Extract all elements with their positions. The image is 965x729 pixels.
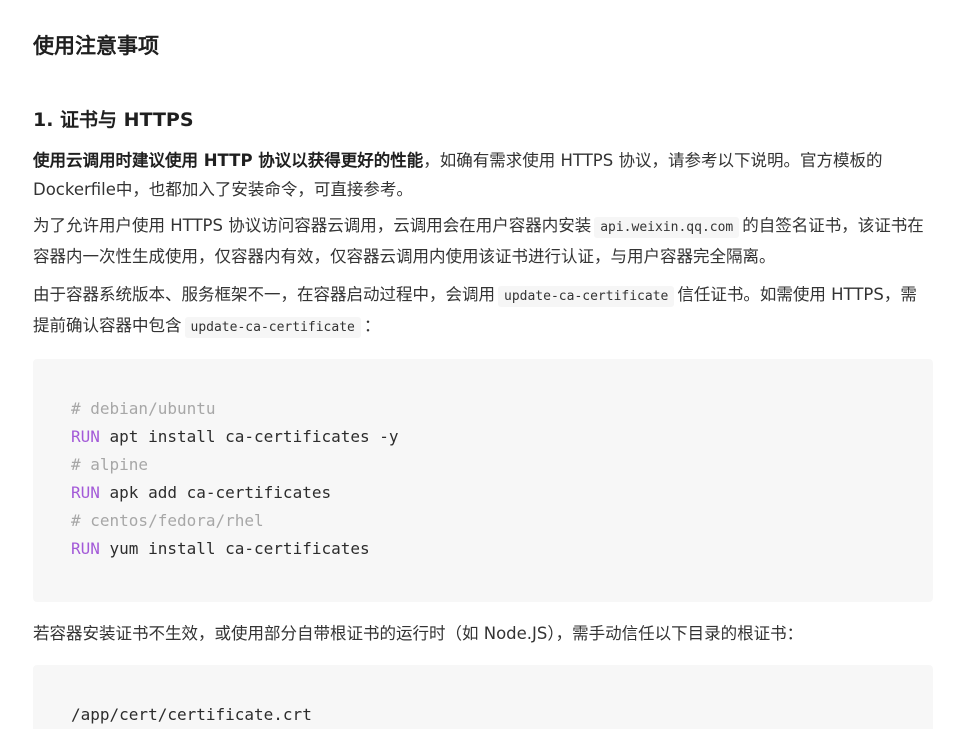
code-block-install-certs[interactable]: # debian/ubuntu RUN apt install ca-certi… — [33, 359, 933, 602]
bold-recommendation: 使用云调用时建议使用 HTTP 协议以获得更好的性能 — [33, 151, 424, 170]
code-line-cert-path: /app/cert/certificate.crt — [71, 705, 312, 724]
inline-code-domain: api.weixin.qq.com — [594, 217, 740, 238]
code-text: apt install ca-certificates -y — [99, 427, 399, 446]
paragraph-http-recommendation: 使用云调用时建议使用 HTTP 协议以获得更好的性能，如确有需求使用 HTTPS… — [33, 146, 933, 204]
code-keyword: RUN — [71, 539, 100, 558]
paragraph-text: 由于容器系统版本、服务框架不一，在容器启动过程中，会调用 — [33, 285, 495, 304]
section-title-certificates-https: 1. 证书与 HTTPS — [33, 109, 194, 131]
inline-code-update-ca: update-ca-certificate — [498, 286, 675, 307]
code-comment: # centos/fedora/rhel — [71, 511, 264, 530]
code-line: RUN apk add ca-certificates — [71, 482, 331, 504]
paragraph-text: ： — [363, 316, 381, 335]
code-line: RUN yum install ca-certificates — [71, 538, 370, 560]
code-comment: # alpine — [71, 455, 149, 474]
code-text: apk add ca-certificates — [99, 483, 332, 502]
inline-code-update-ca: update-ca-certificate — [184, 317, 361, 338]
code-text: yum install ca-certificates — [99, 539, 370, 558]
page-title: 使用注意事项 — [33, 34, 159, 58]
code-block-cert-path[interactable]: /app/cert/certificate.crt — [33, 665, 933, 729]
code-keyword: RUN — [71, 483, 100, 502]
paragraph-manual-trust: 若容器安装证书不生效，或使用部分自带根证书的运行时（如 Node.JS），需手动… — [33, 624, 804, 643]
paragraph-self-signed-cert: 为了允许用户使用 HTTPS 协议访问容器云调用，云调用会在用户容器内安装 api… — [33, 211, 933, 271]
paragraph-text: 为了允许用户使用 HTTPS 协议访问容器云调用，云调用会在用户容器内安装 — [33, 216, 592, 235]
code-keyword: RUN — [71, 427, 100, 446]
paragraph-update-ca: 由于容器系统版本、服务框架不一，在容器启动过程中，会调用 update-ca-ce… — [33, 280, 933, 342]
code-comment: # debian/ubuntu — [71, 399, 216, 418]
code-line: RUN apt install ca-certificates -y — [71, 426, 399, 448]
